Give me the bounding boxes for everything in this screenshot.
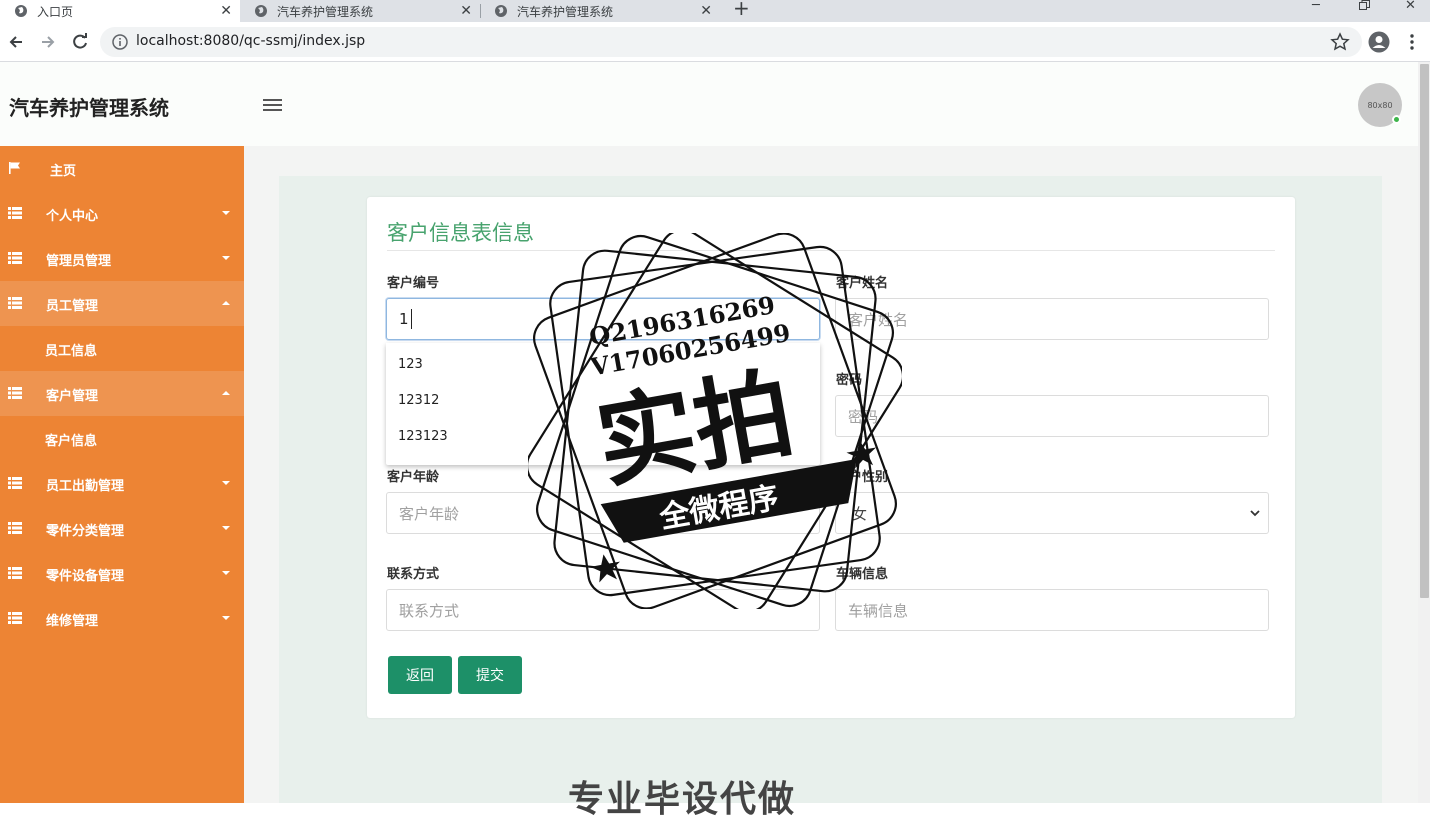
grid-icon (8, 207, 22, 219)
page-scrollbar[interactable] (1418, 62, 1430, 803)
footer-banner-text: 专业毕设代做 (568, 779, 797, 820)
close-tab-icon[interactable]: ✕ (700, 3, 712, 19)
restore-icon[interactable] (1359, 0, 1370, 10)
watermark-stamp: Q2196316269 V17060256499 实拍 全微程序 (528, 233, 902, 609)
new-tab-icon[interactable]: + (733, 0, 750, 18)
globe-icon (15, 5, 27, 17)
grid-icon (8, 387, 22, 399)
caret-down-icon (222, 256, 230, 260)
sidebar-item-employee-management[interactable]: 员工管理 (0, 281, 244, 326)
back-button[interactable]: 返回 (388, 656, 452, 694)
globe-icon (495, 5, 507, 17)
back-icon[interactable] (6, 32, 26, 52)
profile-icon[interactable] (1368, 31, 1390, 53)
sidebar-item-label: 零件设备管理 (46, 569, 125, 584)
submit-button[interactable]: 提交 (458, 656, 522, 694)
grid-icon (8, 612, 22, 624)
sidebar-item-label: 客户管理 (46, 389, 99, 404)
grid-icon (8, 567, 22, 579)
caret-down-icon (222, 211, 230, 215)
app-header: 汽车养护管理系统 80x80 (0, 62, 1418, 146)
caret-down-icon (222, 526, 230, 530)
address-bar: localhost:8080/qc-ssmj/index.jsp (0, 22, 1430, 62)
star-icon (590, 554, 620, 583)
sidebar-item-admin-management[interactable]: 管理员管理 (0, 236, 244, 281)
reload-icon[interactable] (70, 32, 90, 52)
sidebar-item-label: 客户信息 (45, 434, 98, 449)
sidebar-item-label: 个人中心 (46, 209, 99, 224)
sidebar-item-label: 管理员管理 (46, 254, 112, 269)
flag-icon (9, 162, 20, 174)
url-bar[interactable]: localhost:8080/qc-ssmj/index.jsp (100, 27, 1362, 57)
sidebar-item-repair-management[interactable]: 维修管理 (0, 596, 244, 641)
form-title: 客户信息表信息 (387, 221, 534, 245)
hamburger-icon[interactable] (263, 97, 283, 113)
autocomplete-option[interactable]: 123123 (398, 429, 448, 444)
sidebar-item-part-equipment-management[interactable]: 零件设备管理 (0, 551, 244, 596)
text-caret (410, 309, 412, 329)
sidebar-item-home[interactable]: 主页 (0, 146, 244, 191)
grid-icon (8, 252, 22, 264)
sidebar-item-label: 员工管理 (46, 299, 99, 314)
globe-icon (255, 5, 267, 17)
sidebar-item-personal-center[interactable]: 个人中心 (0, 191, 244, 236)
minimize-icon[interactable]: ─ (1312, 0, 1320, 12)
sidebar-subitem-customer-info[interactable]: 客户信息 (0, 416, 244, 461)
tab-title: 汽车养护管理系统 (277, 4, 374, 19)
grid-icon (8, 297, 22, 309)
caret-down-icon (222, 481, 230, 485)
sidebar: 主页 个人中心 管理员管理 员工管理 员工信息 客户管理 客户信息 员工出勤管理… (0, 146, 244, 803)
browser-tab-3[interactable]: 汽车养护管理系统 ✕ (480, 0, 720, 22)
autocomplete-option[interactable]: 12312 (398, 393, 439, 408)
info-icon[interactable] (112, 34, 128, 50)
caret-up-icon (222, 391, 230, 395)
grid-icon (8, 477, 22, 489)
customer-age-label: 客户年龄 (387, 470, 440, 485)
contact-label: 联系方式 (387, 567, 440, 582)
scrollbar-thumb[interactable] (1420, 64, 1429, 598)
customer-id-value: 1 (399, 310, 409, 328)
caret-down-icon (222, 616, 230, 620)
sidebar-item-part-category-management[interactable]: 零件分类管理 (0, 506, 244, 551)
sidebar-item-label: 员工出勤管理 (46, 479, 125, 494)
tab-title: 汽车养护管理系统 (517, 4, 614, 19)
chevron-down-icon (1250, 510, 1260, 517)
close-window-icon[interactable]: ✕ (1405, 0, 1416, 12)
sidebar-item-label: 零件分类管理 (46, 524, 125, 539)
customer-id-label: 客户编号 (387, 276, 440, 291)
sidebar-item-label: 员工信息 (45, 344, 98, 359)
sidebar-item-label: 维修管理 (46, 614, 99, 629)
online-status-dot (1392, 115, 1401, 124)
sidebar-item-label: 主页 (50, 164, 77, 179)
url-text: localhost:8080/qc-ssmj/index.jsp (136, 33, 366, 49)
browser-tab-2[interactable]: 汽车养护管理系统 ✕ (240, 0, 480, 22)
browser-menu-icon[interactable] (1405, 32, 1419, 52)
caret-down-icon (222, 571, 230, 575)
browser-tab-1[interactable]: 入口页 ✕ (0, 0, 240, 22)
forward-icon[interactable] (38, 32, 58, 52)
bookmark-star-icon[interactable] (1330, 32, 1350, 52)
sidebar-item-customer-management[interactable]: 客户管理 (0, 371, 244, 416)
close-tab-icon[interactable]: ✕ (460, 3, 472, 19)
sidebar-subitem-employee-info[interactable]: 员工信息 (0, 326, 244, 371)
tab-title: 入口页 (37, 4, 74, 19)
autocomplete-option[interactable]: 123 (398, 357, 423, 372)
caret-up-icon (222, 301, 230, 305)
browser-tab-strip: 入口页 ✕ 汽车养护管理系统 ✕ 汽车养护管理系统 ✕ + ─ ✕ (0, 0, 1430, 22)
grid-icon (8, 522, 22, 534)
sidebar-item-attendance-management[interactable]: 员工出勤管理 (0, 461, 244, 506)
app-brand: 汽车养护管理系统 (9, 96, 169, 120)
close-tab-icon[interactable]: ✕ (220, 3, 232, 19)
